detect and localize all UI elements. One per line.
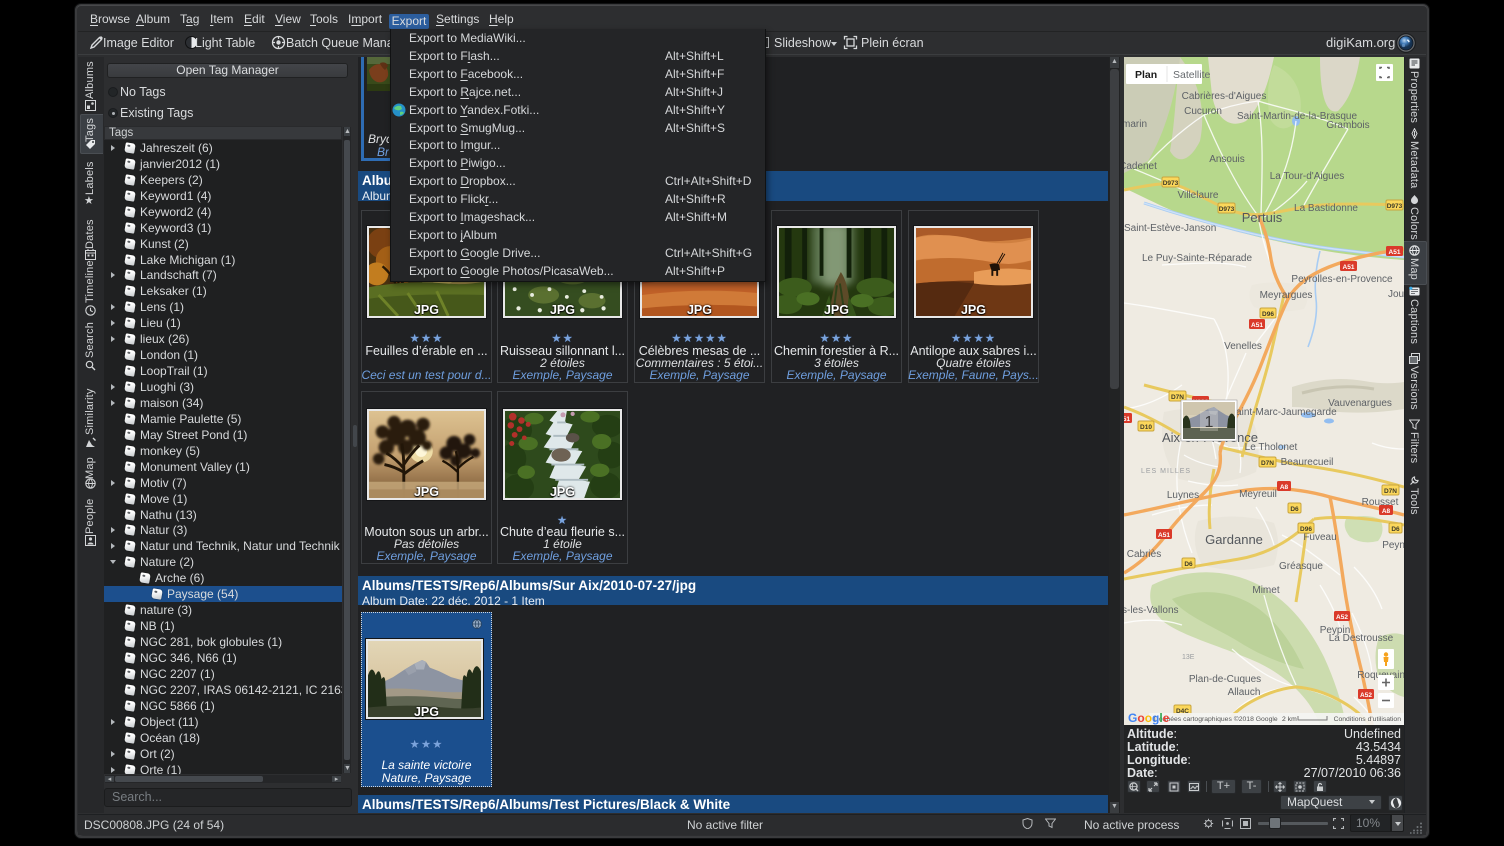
svg-text:Pertuis: Pertuis [1242,210,1283,225]
svg-text:Peyrolles-en-Provence: Peyrolles-en-Provence [1291,274,1393,285]
svg-text:A51: A51 [1389,249,1401,256]
svg-text:Conditions d'utilisation: Conditions d'utilisation [1334,716,1402,723]
svg-text:2 km: 2 km [1282,716,1297,723]
svg-text:Beaurecueil: Beaurecueil [1281,457,1334,468]
svg-text:Plan-de-Cuques: Plan-de-Cuques [1189,674,1261,685]
svg-text:s-les-Vallons: s-les-Vallons [1124,605,1179,616]
svg-text:D7N: D7N [1384,488,1397,495]
svg-text:Cadenet: Cadenet [1124,161,1157,172]
svg-text:La Bastidonne: La Bastidonne [1294,203,1358,214]
svg-text:La Tour-d'Aigues: La Tour-d'Aigues [1270,171,1345,182]
svg-text:Gardanne: Gardanne [1205,532,1263,547]
svg-text:1: 1 [1205,414,1214,431]
svg-text:A8: A8 [1280,484,1289,491]
svg-text:A51: A51 [1124,416,1130,423]
svg-text:A52: A52 [1360,692,1372,699]
svg-text:Cucuron: Cucuron [1184,106,1222,117]
svg-text:D10: D10 [1140,424,1152,431]
svg-text:Villelaure: Villelaure [1178,190,1219,201]
svg-text:A51: A51 [1251,322,1263,329]
svg-text:Allauch: Allauch [1228,687,1261,698]
svg-text:Gréasque: Gréasque [1279,561,1323,572]
svg-text:Mimet: Mimet [1252,585,1279,596]
svg-text:D6: D6 [1184,561,1193,568]
svg-text:Saint-Estève-Janson: Saint-Estève-Janson [1124,223,1216,234]
svg-text:Meyreuil: Meyreuil [1239,489,1277,500]
svg-text:D7N: D7N [1261,460,1274,467]
svg-text:Google: Google [1128,711,1170,725]
svg-text:A51: A51 [1158,532,1170,539]
svg-text:A51: A51 [1343,264,1355,271]
svg-text:D973: D973 [1163,180,1179,187]
svg-text:Le Puy-Sainte-Réparade: Le Puy-Sainte-Réparade [1142,253,1253,264]
svg-text:Jouqu: Jouqu [1388,289,1404,300]
svg-text:D96: D96 [1300,526,1312,533]
svg-text:marin: marin [1124,119,1147,130]
svg-text:D973: D973 [1387,203,1403,210]
svg-text:Peyn: Peyn [1382,540,1404,551]
svg-text:D6: D6 [1290,506,1299,513]
svg-text:Données cartographiques ©2018: Données cartographiques ©2018 Google [1154,715,1278,723]
svg-text:Fuveau: Fuveau [1303,532,1336,543]
svg-text:Luynes: Luynes [1167,490,1199,501]
svg-text:Cabrières-d'Aigues: Cabrières-d'Aigues [1182,91,1267,102]
svg-text:Plan: Plan [1135,69,1157,81]
svg-text:La Destrousse: La Destrousse [1329,633,1394,644]
svg-text:Venelles: Venelles [1224,341,1262,352]
svg-text:A52: A52 [1336,614,1348,621]
svg-text:Saint-Marc-Jaumegarde: Saint-Marc-Jaumegarde [1229,407,1337,418]
svg-text:13E: 13E [1182,654,1195,661]
svg-text:D6: D6 [1391,526,1400,533]
svg-text:Satellite: Satellite [1173,69,1211,81]
svg-text:Ansouis: Ansouis [1209,154,1245,165]
svg-text:Cabriès: Cabriès [1127,549,1161,560]
svg-text:Meyrargues: Meyrargues [1260,290,1313,301]
svg-text:LES MILLES: LES MILLES [1141,468,1191,475]
svg-text:Grambois: Grambois [1326,120,1369,131]
svg-text:Vauvenargues: Vauvenargues [1328,398,1392,409]
svg-text:D973: D973 [1219,206,1235,213]
svg-text:D96: D96 [1262,311,1274,318]
svg-text:A8: A8 [1382,508,1391,515]
